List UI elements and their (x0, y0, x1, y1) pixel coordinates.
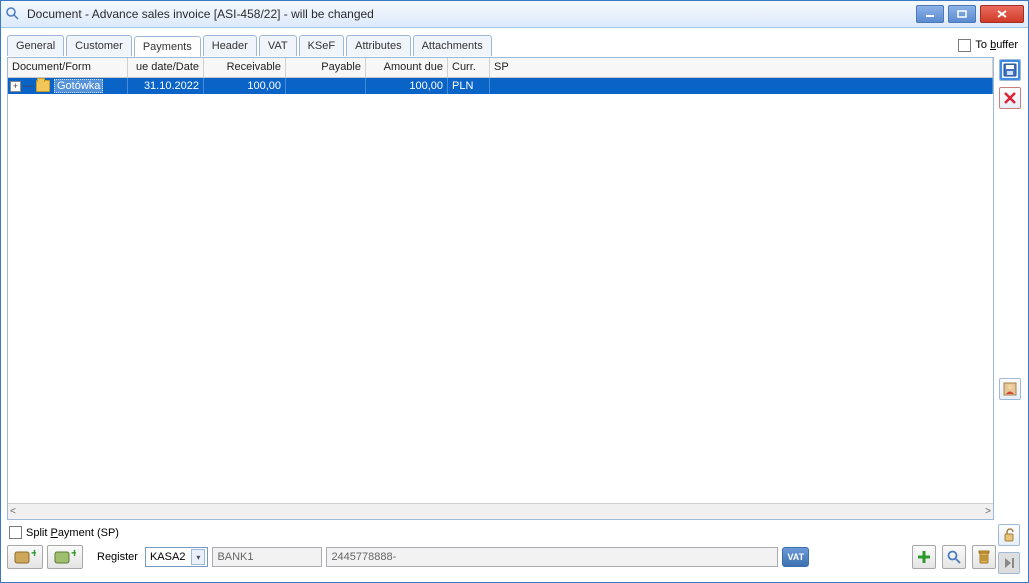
scroll-left-icon[interactable]: < (10, 506, 16, 517)
cell-payable (286, 78, 366, 94)
trash-button[interactable] (972, 545, 996, 569)
bottom-toolbar: + + Register KASA2 ▾ BANK1 (7, 543, 996, 571)
checkbox-icon (958, 39, 971, 52)
tab-customer[interactable]: Customer (66, 35, 132, 56)
minimize-button[interactable] (916, 5, 944, 23)
bank-value: BANK1 (217, 551, 253, 563)
right-toolbar (994, 57, 1022, 520)
tabs: General Customer Payments Header VAT KSe… (7, 35, 958, 56)
bottom-area: Split Payment (SP) + + Register KASA2 ▾ (7, 520, 1022, 576)
register-label: Register (97, 551, 138, 563)
register-value: KASA2 (150, 551, 185, 563)
table-row[interactable]: + — Gotówka 31.10.2022 100,00 100,00 PLN (8, 78, 993, 94)
tab-ksef[interactable]: KSeF (299, 35, 345, 56)
find-button[interactable] (942, 545, 966, 569)
grid-body[interactable]: + — Gotówka 31.10.2022 100,00 100,00 PLN (8, 78, 993, 503)
cell-amount-due: 100,00 (366, 78, 448, 94)
document-window: Document - Advance sales invoice [ASI-45… (0, 0, 1029, 583)
unlock-button[interactable] (998, 524, 1020, 546)
chevron-down-icon: ▾ (191, 549, 205, 565)
col-document[interactable]: Document/Form (8, 58, 128, 77)
user-photo-button[interactable] (999, 378, 1021, 400)
tab-attributes[interactable]: Attributes (346, 35, 410, 56)
grid-header: Document/Form ue date/Date Receivable Pa… (8, 58, 993, 78)
tab-vat[interactable]: VAT (259, 35, 297, 56)
vat-button[interactable]: VAT (782, 547, 809, 567)
add-payable-button[interactable]: + (47, 545, 83, 569)
cell-document: Gotówka (54, 79, 103, 93)
tab-payments[interactable]: Payments (134, 36, 201, 57)
col-currency[interactable]: Curr. (448, 58, 490, 77)
save-button[interactable] (999, 59, 1021, 81)
main-flex: Document/Form ue date/Date Receivable Pa… (7, 57, 1022, 520)
account-value: 2445778888- (331, 551, 396, 563)
to-buffer-checkbox[interactable]: To buffer (958, 39, 1022, 52)
last-page-button[interactable] (998, 552, 1020, 574)
cell-receivable: 100,00 (204, 78, 286, 94)
account-field[interactable]: 2445778888- (326, 547, 778, 567)
content-area: General Customer Payments Header VAT KSe… (1, 28, 1028, 582)
svg-text:+: + (31, 549, 36, 560)
col-receivable[interactable]: Receivable (204, 58, 286, 77)
col-amount-due[interactable]: Amount due (366, 58, 448, 77)
split-payment-checkbox[interactable]: Split Payment (SP) (7, 524, 996, 543)
col-payable[interactable]: Payable (286, 58, 366, 77)
cell-sp (490, 78, 993, 94)
register-combo[interactable]: KASA2 ▾ (145, 547, 208, 567)
horizontal-scrollbar[interactable]: < > (8, 503, 993, 519)
col-date[interactable]: ue date/Date (128, 58, 204, 77)
titlebar: Document - Advance sales invoice [ASI-45… (1, 1, 1028, 28)
app-icon (5, 6, 21, 22)
add-receivable-button[interactable]: + (7, 545, 43, 569)
tab-row: General Customer Payments Header VAT KSe… (7, 33, 1022, 57)
close-button[interactable] (980, 5, 1024, 23)
maximize-button[interactable] (948, 5, 976, 23)
tab-header[interactable]: Header (203, 35, 257, 56)
cell-currency: PLN (448, 78, 490, 94)
add-row-button[interactable] (912, 545, 936, 569)
col-sp[interactable]: SP (490, 58, 993, 77)
svg-text:+: + (71, 549, 76, 560)
window-title: Document - Advance sales invoice [ASI-45… (27, 7, 916, 21)
window-controls (916, 5, 1024, 23)
to-buffer-label: To buffer (975, 39, 1018, 51)
tree-expand-icon[interactable]: + (10, 81, 21, 92)
scroll-right-icon[interactable]: > (985, 506, 991, 517)
payments-grid: Document/Form ue date/Date Receivable Pa… (7, 57, 994, 520)
cell-date: 31.10.2022 (128, 78, 204, 94)
tab-general[interactable]: General (7, 35, 64, 56)
far-right-toolbar (996, 524, 1022, 576)
bank-field[interactable]: BANK1 (212, 547, 322, 567)
delete-button[interactable] (999, 87, 1021, 109)
folder-icon (36, 80, 50, 92)
split-payment-label: Split Payment (SP) (26, 527, 119, 539)
checkbox-icon (9, 526, 22, 539)
tab-attachments[interactable]: Attachments (413, 35, 492, 56)
